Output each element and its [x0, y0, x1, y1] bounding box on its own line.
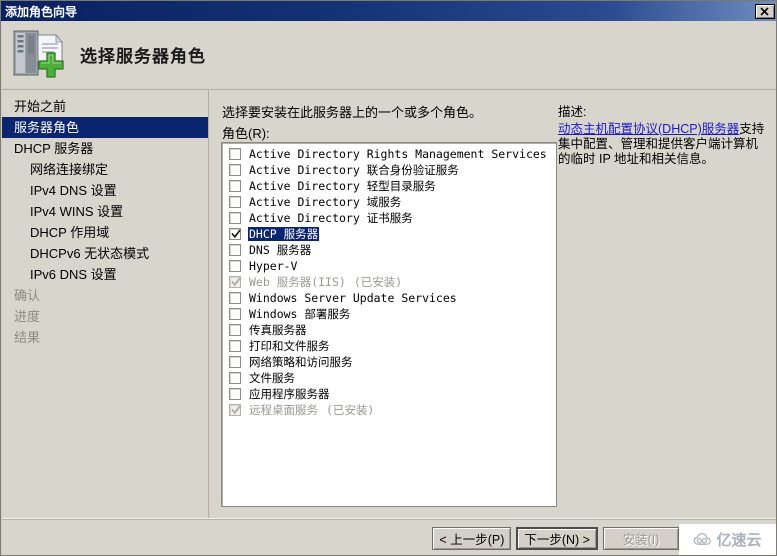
role-label: 文件服务 — [249, 371, 295, 385]
role-label: Active Directory 证书服务 — [249, 211, 413, 225]
dhcp-description-link[interactable]: 动态主机配置协议(DHCP)服务器 — [558, 122, 739, 136]
role-label: 传真服务器 — [249, 323, 307, 337]
role-list-item[interactable]: Active Directory Rights Management Servi… — [222, 146, 556, 162]
role-checkbox[interactable] — [229, 340, 241, 352]
role-list-item[interactable]: 打印和文件服务 — [222, 338, 556, 354]
role-list-item[interactable]: Active Directory 证书服务 — [222, 210, 556, 226]
sidebar-item: 确认 — [14, 288, 41, 303]
role-label: DHCP 服务器 — [248, 227, 320, 241]
role-list-item[interactable]: DHCP 服务器 — [222, 226, 556, 242]
footer-button-group: < 上一步(P) 下一步(N) > 安装(I) — [432, 527, 679, 550]
role-installed-suffix: (已安装) — [326, 403, 375, 417]
roles-listbox[interactable]: Active Directory Rights Management Servi… — [221, 142, 557, 507]
role-label: 远程桌面服务 — [249, 403, 318, 417]
role-checkbox[interactable] — [229, 260, 241, 272]
wizard-footer: < 上一步(P) 下一步(N) > 安装(I) — [2, 518, 776, 555]
window-title: 添加角色向导 — [5, 4, 78, 19]
role-list-item[interactable]: Windows 部署服务 — [222, 306, 556, 322]
role-checkbox[interactable] — [229, 308, 241, 320]
role-label: 打印和文件服务 — [249, 339, 330, 353]
header-banner: 选择服务器角色 — [2, 21, 776, 88]
role-list-item[interactable]: Active Directory 轻型目录服务 — [222, 178, 556, 194]
sidebar-item[interactable]: 开始之前 — [2, 96, 208, 117]
sidebar-item: 进度 — [14, 309, 41, 324]
role-checkbox[interactable] — [229, 324, 241, 336]
wizard-body: 开始之前 服务器角色 DHCP 服务器 网络连接绑定 IPv4 DNS 设置 IPv4 W… — [2, 89, 776, 533]
role-label: 应用程序服务器 — [249, 387, 330, 401]
wizard-content-pane: 选择要安装在此服务器上的一个或多个角色。 角色(R): Active Direc… — [210, 89, 776, 533]
role-checkbox[interactable] — [229, 356, 241, 368]
close-button[interactable] — [755, 3, 775, 19]
role-checkbox[interactable] — [229, 212, 241, 224]
role-checkbox — [229, 404, 241, 416]
roles-list-label: 角色(R): — [222, 126, 270, 141]
role-checkbox[interactable] — [229, 372, 241, 384]
title-bar: 添加角色向导 — [1, 1, 776, 21]
sidebar-item[interactable]: DHCPv6 无状态模式 — [2, 243, 208, 264]
add-roles-wizard-window: 添加角色向导 选择服务器角色 开始之前 服务器角色 DHCP 服务器 网络连接绑… — [0, 0, 777, 556]
sidebar-item[interactable]: IPv4 WINS 设置 — [2, 201, 208, 222]
role-list-item[interactable]: 远程桌面服务 (已安装) — [222, 402, 556, 418]
role-checkbox[interactable] — [229, 148, 241, 160]
role-label: Windows Server Update Services — [249, 291, 457, 305]
role-list-item[interactable]: DNS 服务器 — [222, 242, 556, 258]
description-body: 动态主机配置协议(DHCP)服务器支持集中配置、管理和提供客户端计算机的临时 I… — [558, 122, 770, 167]
role-installed-suffix: (已安装) — [353, 275, 403, 289]
install-button: 安装(I) — [603, 527, 679, 550]
role-label: Hyper-V — [249, 259, 298, 273]
sidebar-item[interactable]: IPv6 DNS 设置 — [2, 264, 208, 285]
close-icon — [760, 6, 769, 16]
role-list-item[interactable]: 应用程序服务器 — [222, 386, 556, 402]
role-list-item[interactable]: 传真服务器 — [222, 322, 556, 338]
watermark-text: 亿速云 — [716, 532, 762, 549]
description-title: 描述: — [558, 105, 587, 119]
role-label: DNS 服务器 — [249, 243, 312, 257]
sidebar-item: 结果 — [14, 330, 41, 345]
watermark: 亿速云 — [679, 524, 776, 555]
sidebar-item[interactable]: 网络连接绑定 — [2, 159, 208, 180]
role-checkbox[interactable] — [229, 244, 241, 256]
role-label: Active Directory 联合身份验证服务 — [249, 163, 459, 177]
role-list-item[interactable]: Windows Server Update Services — [222, 290, 556, 306]
sidebar-item[interactable]: DHCP 服务器 — [2, 138, 208, 159]
role-list-item[interactable]: Active Directory 域服务 — [222, 194, 556, 210]
role-label: 网络策略和访问服务 — [249, 355, 353, 369]
role-checkbox — [229, 276, 241, 288]
role-list-item[interactable]: Active Directory 联合身份验证服务 — [222, 162, 556, 178]
next-button[interactable]: 下一步(N) > — [516, 527, 598, 550]
role-checkbox[interactable] — [229, 228, 241, 240]
sidebar-item[interactable]: DHCP 作用域 — [2, 222, 208, 243]
role-checkbox[interactable] — [229, 292, 241, 304]
role-label: Active Directory 轻型目录服务 — [249, 179, 436, 193]
sidebar-item[interactable]: IPv4 DNS 设置 — [2, 180, 208, 201]
role-label: Active Directory Rights Management Servi… — [249, 147, 547, 161]
role-list-item[interactable]: Hyper-V — [222, 258, 556, 274]
role-checkbox[interactable] — [229, 164, 241, 176]
cloud-icon — [694, 532, 712, 545]
wizard-step-nav: 开始之前 服务器角色 DHCP 服务器 网络连接绑定 IPv4 DNS 设置 IPv4 W… — [2, 89, 209, 518]
role-checkbox[interactable] — [229, 196, 241, 208]
role-label: Web 服务器(IIS) — [249, 275, 346, 289]
back-button[interactable]: < 上一步(P) — [432, 527, 512, 550]
role-label: Windows 部署服务 — [249, 307, 351, 321]
role-checkbox[interactable] — [229, 388, 241, 400]
page-title: 选择服务器角色 — [80, 47, 206, 66]
role-label: Active Directory 域服务 — [249, 195, 402, 209]
role-list-item[interactable]: 网络策略和访问服务 — [222, 354, 556, 370]
instruction-text: 选择要安装在此服务器上的一个或多个角色。 — [222, 105, 483, 120]
role-list-item[interactable]: Web 服务器(IIS) (已安装) — [222, 274, 556, 290]
description-panel: 描述: 动态主机配置协议(DHCP)服务器支持集中配置、管理和提供客户端计算机的… — [558, 101, 770, 501]
role-list-item[interactable]: 文件服务 — [222, 370, 556, 386]
server-add-icon — [10, 27, 72, 85]
role-checkbox[interactable] — [229, 180, 241, 192]
sidebar-item[interactable]: 服务器角色 — [2, 117, 208, 138]
